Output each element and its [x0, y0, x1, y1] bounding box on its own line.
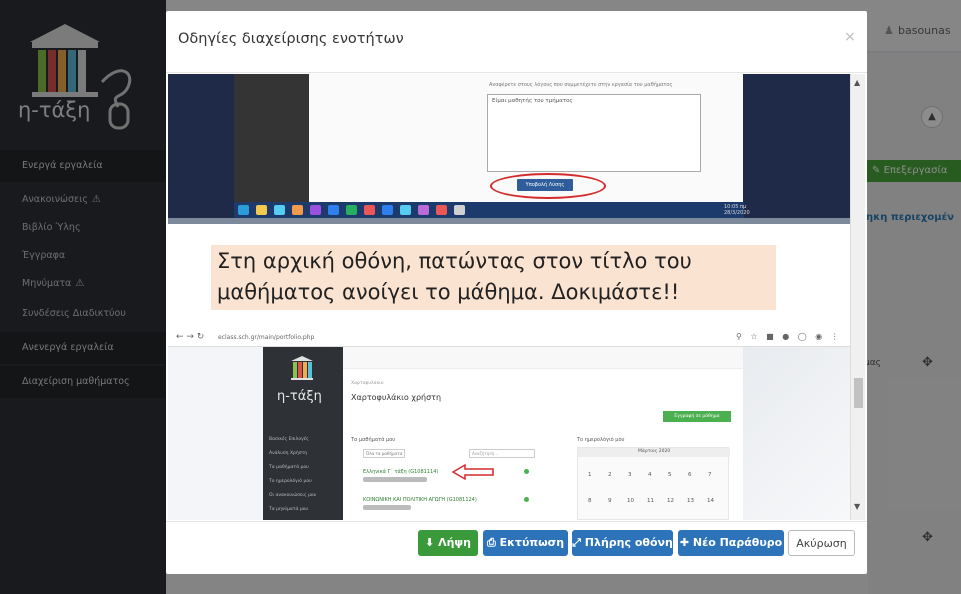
calendar-day: 11: [647, 498, 654, 504]
screenshot-sidebar-item: Ανάλυση Χρήστη: [269, 451, 308, 456]
caption-box: Στη αρχική οθόνη, πατώντας στον τίτλο το…: [211, 245, 776, 310]
calendar-day: 10: [627, 498, 634, 504]
scroll-thumb[interactable]: [854, 378, 863, 408]
browser-toolbar-icons: ⚲ ☆ ■ ● ◯ ◉ ⋮: [736, 332, 842, 341]
app-icon: [328, 205, 339, 215]
app-icon: [418, 205, 429, 215]
calendar-day: 14: [707, 498, 714, 504]
screenshot-sidebar-item: Το ημερολόγιό μου: [269, 479, 312, 484]
download-button-label: Λήψη: [438, 536, 471, 549]
red-arrow-icon: [451, 463, 494, 481]
screenshot-sidebar-item: Βασικές Επιλογές: [269, 437, 309, 442]
instructions-modal: Οδηγίες διαχείρισης ενοτήτων × Αναφέρετε…: [166, 11, 867, 574]
screenshot-register-button: Εγγραφή σε μάθημα: [663, 411, 731, 422]
screenshot-sidebar-item: Τα μηνύματά μου: [269, 507, 309, 512]
app-icon: [292, 205, 303, 215]
screenshot-calendar: Μάρτιος 2020 1 2 3 4 5 6 7 8 9 10 11 12: [577, 447, 730, 520]
calendar-day: 2: [608, 472, 612, 478]
screenshot-textarea-text: Είμαι μαθητής του τμήματος: [492, 98, 573, 104]
modal-title: Οδηγίες διαχείρισης ενοτήτων: [178, 31, 404, 47]
calendar-day: 3: [628, 472, 632, 478]
screenshot-sidebar-item: Οι ανακοινώσεις μου: [269, 493, 317, 498]
scroll-down-icon[interactable]: ▼: [854, 502, 860, 511]
viewer-scrollbar[interactable]: ▲ ▼: [850, 74, 865, 520]
calendar-day: 5: [668, 472, 672, 478]
screenshot-dark-panel: [234, 74, 309, 202]
app-icon: [436, 205, 447, 215]
screenshot-topbar: [343, 347, 743, 369]
screenshot-page: Αναφέρετε στους λόγους που συμμετέχετε σ…: [309, 74, 743, 202]
modal-header: Οδηγίες διαχείρισης ενοτήτων ×: [166, 11, 867, 73]
screenshot-breadcrumb: Χαρτοφυλάκιο: [351, 381, 384, 386]
screenshot-address-bar: ← → ↻ eclass.sch.gr/main/portfolio.php ⚲…: [168, 330, 850, 347]
screenshot-eclass-page: η-τάξη Βασικές Επιλογές Ανάλυση Χρήστη Τ…: [263, 347, 743, 520]
new-window-button-label: Νέο Παράθυρο: [692, 536, 783, 549]
start-icon: [238, 205, 249, 215]
download-button[interactable]: ⬇ Λήψη: [418, 530, 478, 556]
calendar-day: 13: [687, 498, 694, 504]
taskbar-clock: 10:05 πμ 28/3/2020: [724, 204, 750, 216]
screenshot-calendar-label: Το ημερολόγιό μου: [577, 437, 625, 443]
fullscreen-button[interactable]: ⤢ Πλήρης οθόνη: [572, 530, 673, 556]
screenshot-sidebar-item: Τα μαθήματά μου: [269, 465, 309, 470]
screenshot-textarea: Είμαι μαθητής του τμήματος: [487, 94, 701, 172]
screenshot-background: [743, 347, 850, 520]
caption-line: Στη αρχική οθόνη, πατώντας στον τίτλο το…: [217, 249, 692, 273]
screenshot-course-link: Ελληνικά Γ΄ τάξη (G1081114): [363, 469, 439, 475]
app-icon: [274, 205, 285, 215]
screenshot-course-link: ΚΟΙΝΩΝΙΚΗ ΚΑΙ ΠΟΛΙΤΙΚΗ ΑΓΩΓΗ (G1081124): [363, 497, 477, 503]
app-icon: [310, 205, 321, 215]
screenshot-search: Αναζήτηση...: [469, 449, 535, 458]
screenshot-page-title: Χαρτοφυλάκιο χρήστη: [351, 393, 442, 402]
cancel-button[interactable]: Ακύρωση: [788, 530, 855, 556]
app-icon: [454, 205, 465, 215]
slide-homepage-instructions: Στη αρχική οθόνη, πατώντας στον τίτλο το…: [168, 224, 850, 520]
app-icon: [364, 205, 375, 215]
calendar-header: Μάρτιος 2020: [578, 448, 730, 457]
status-dot: [524, 469, 529, 474]
eclass-logo-icon: [291, 356, 313, 380]
folder-icon: [256, 205, 267, 215]
screenshot-browser: ← → ↻ eclass.sch.gr/main/portfolio.php ⚲…: [168, 330, 850, 520]
document-viewer[interactable]: Αναφέρετε στους λόγους που συμμετέχετε σ…: [168, 74, 865, 520]
calendar-day: 12: [667, 498, 674, 504]
screenshot-my-courses-label: Τα μαθήματά μου: [351, 437, 396, 443]
app-icon: [400, 205, 411, 215]
screenshot-url: eclass.sch.gr/main/portfolio.php: [218, 334, 315, 341]
status-dot: [524, 497, 529, 502]
caption-line: μαθήματος ανοίγει το μάθημα. Δοκιμάστε!!: [217, 280, 680, 304]
print-button[interactable]: ⎙ Εκτύπωση: [483, 530, 568, 556]
chrome-icon: [346, 205, 357, 215]
blurred-text: [363, 505, 411, 510]
new-window-button[interactable]: ✚ Νέο Παράθυρο: [678, 530, 784, 556]
screenshot-taskbar: 10:05 πμ 28/3/2020: [234, 202, 750, 218]
close-icon[interactable]: ×: [844, 29, 856, 45]
calendar-day: 4: [648, 472, 652, 478]
blurred-text: [363, 477, 427, 482]
calendar-day: 7: [708, 472, 712, 478]
app-icon: [382, 205, 393, 215]
fullscreen-button-label: Πλήρης οθόνη: [584, 536, 673, 549]
browser-nav-icons: ← → ↻: [176, 332, 205, 342]
calendar-day: 9: [608, 498, 612, 504]
screenshot-filter: Όλα τα μαθήματα: [363, 449, 405, 458]
screenshot-sidebar: η-τάξη Βασικές Επιλογές Ανάλυση Χρήστη Τ…: [263, 347, 343, 520]
scroll-up-icon[interactable]: ▲: [854, 78, 860, 87]
calendar-day: 1: [588, 472, 592, 478]
calendar-month: Μάρτιος 2020: [638, 449, 671, 454]
screenshot-logo-text: η-τάξη: [277, 389, 322, 404]
highlight-ellipse: [490, 173, 606, 199]
slide-screenshot-submit: Αναφέρετε στους λόγους που συμμετέχετε σ…: [168, 74, 850, 218]
calendar-day: 6: [688, 472, 692, 478]
screenshot-field-label: Αναφέρετε στους λόγους που συμμετέχετε σ…: [489, 82, 673, 88]
print-button-label: Εκτύπωση: [499, 536, 565, 549]
calendar-day: 8: [588, 498, 592, 504]
